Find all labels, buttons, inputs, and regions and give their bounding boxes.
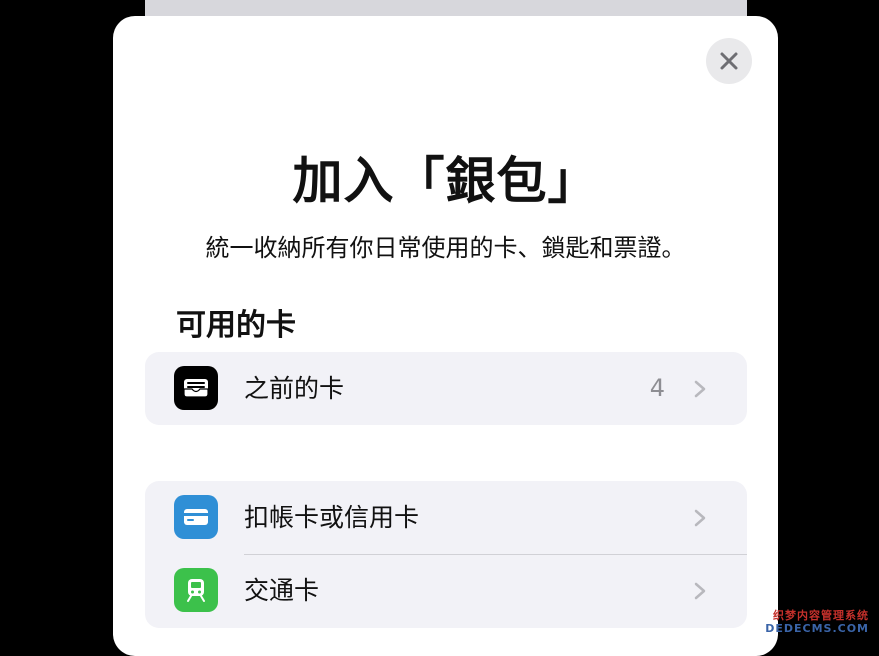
section-title-available-cards: 可用的卡 <box>176 308 296 343</box>
chevron-right-icon <box>694 509 706 527</box>
train-icon <box>174 568 218 612</box>
page-subtitle: 統一收納所有你日常使用的卡、鎖匙和票證。 <box>205 234 686 262</box>
watermark: 织梦内容管理系统 DEDECMS.COM <box>765 609 869 635</box>
close-icon <box>720 52 738 70</box>
watermark-line2: DEDECMS.COM <box>765 622 869 635</box>
previous-cards-label: 之前的卡 <box>244 374 345 403</box>
previous-cards-count: 4 <box>649 374 665 402</box>
previous-cards-row[interactable]: 之前的卡 4 <box>145 352 747 425</box>
transit-card-row[interactable]: 交通卡 <box>145 554 747 627</box>
watermark-line1: 织梦内容管理系统 <box>773 609 869 622</box>
debit-credit-card-label: 扣帳卡或信用卡 <box>244 503 420 532</box>
previous-cards-group: 之前的卡 4 <box>145 352 747 425</box>
page-title: 加入「銀包」 <box>292 152 599 210</box>
add-to-wallet-sheet: 加入「銀包」 統一收納所有你日常使用的卡、鎖匙和票證。 可用的卡 之前的卡 4 <box>113 16 778 656</box>
chevron-right-icon <box>694 582 706 600</box>
chevron-right-icon <box>694 380 706 398</box>
wallet-icon <box>174 366 218 410</box>
add-card-options-group: 扣帳卡或信用卡 交通卡 <box>145 481 747 628</box>
close-button[interactable] <box>706 38 752 84</box>
transit-card-label: 交通卡 <box>244 576 320 605</box>
credit-card-icon <box>174 495 218 539</box>
debit-credit-card-row[interactable]: 扣帳卡或信用卡 <box>145 481 747 555</box>
